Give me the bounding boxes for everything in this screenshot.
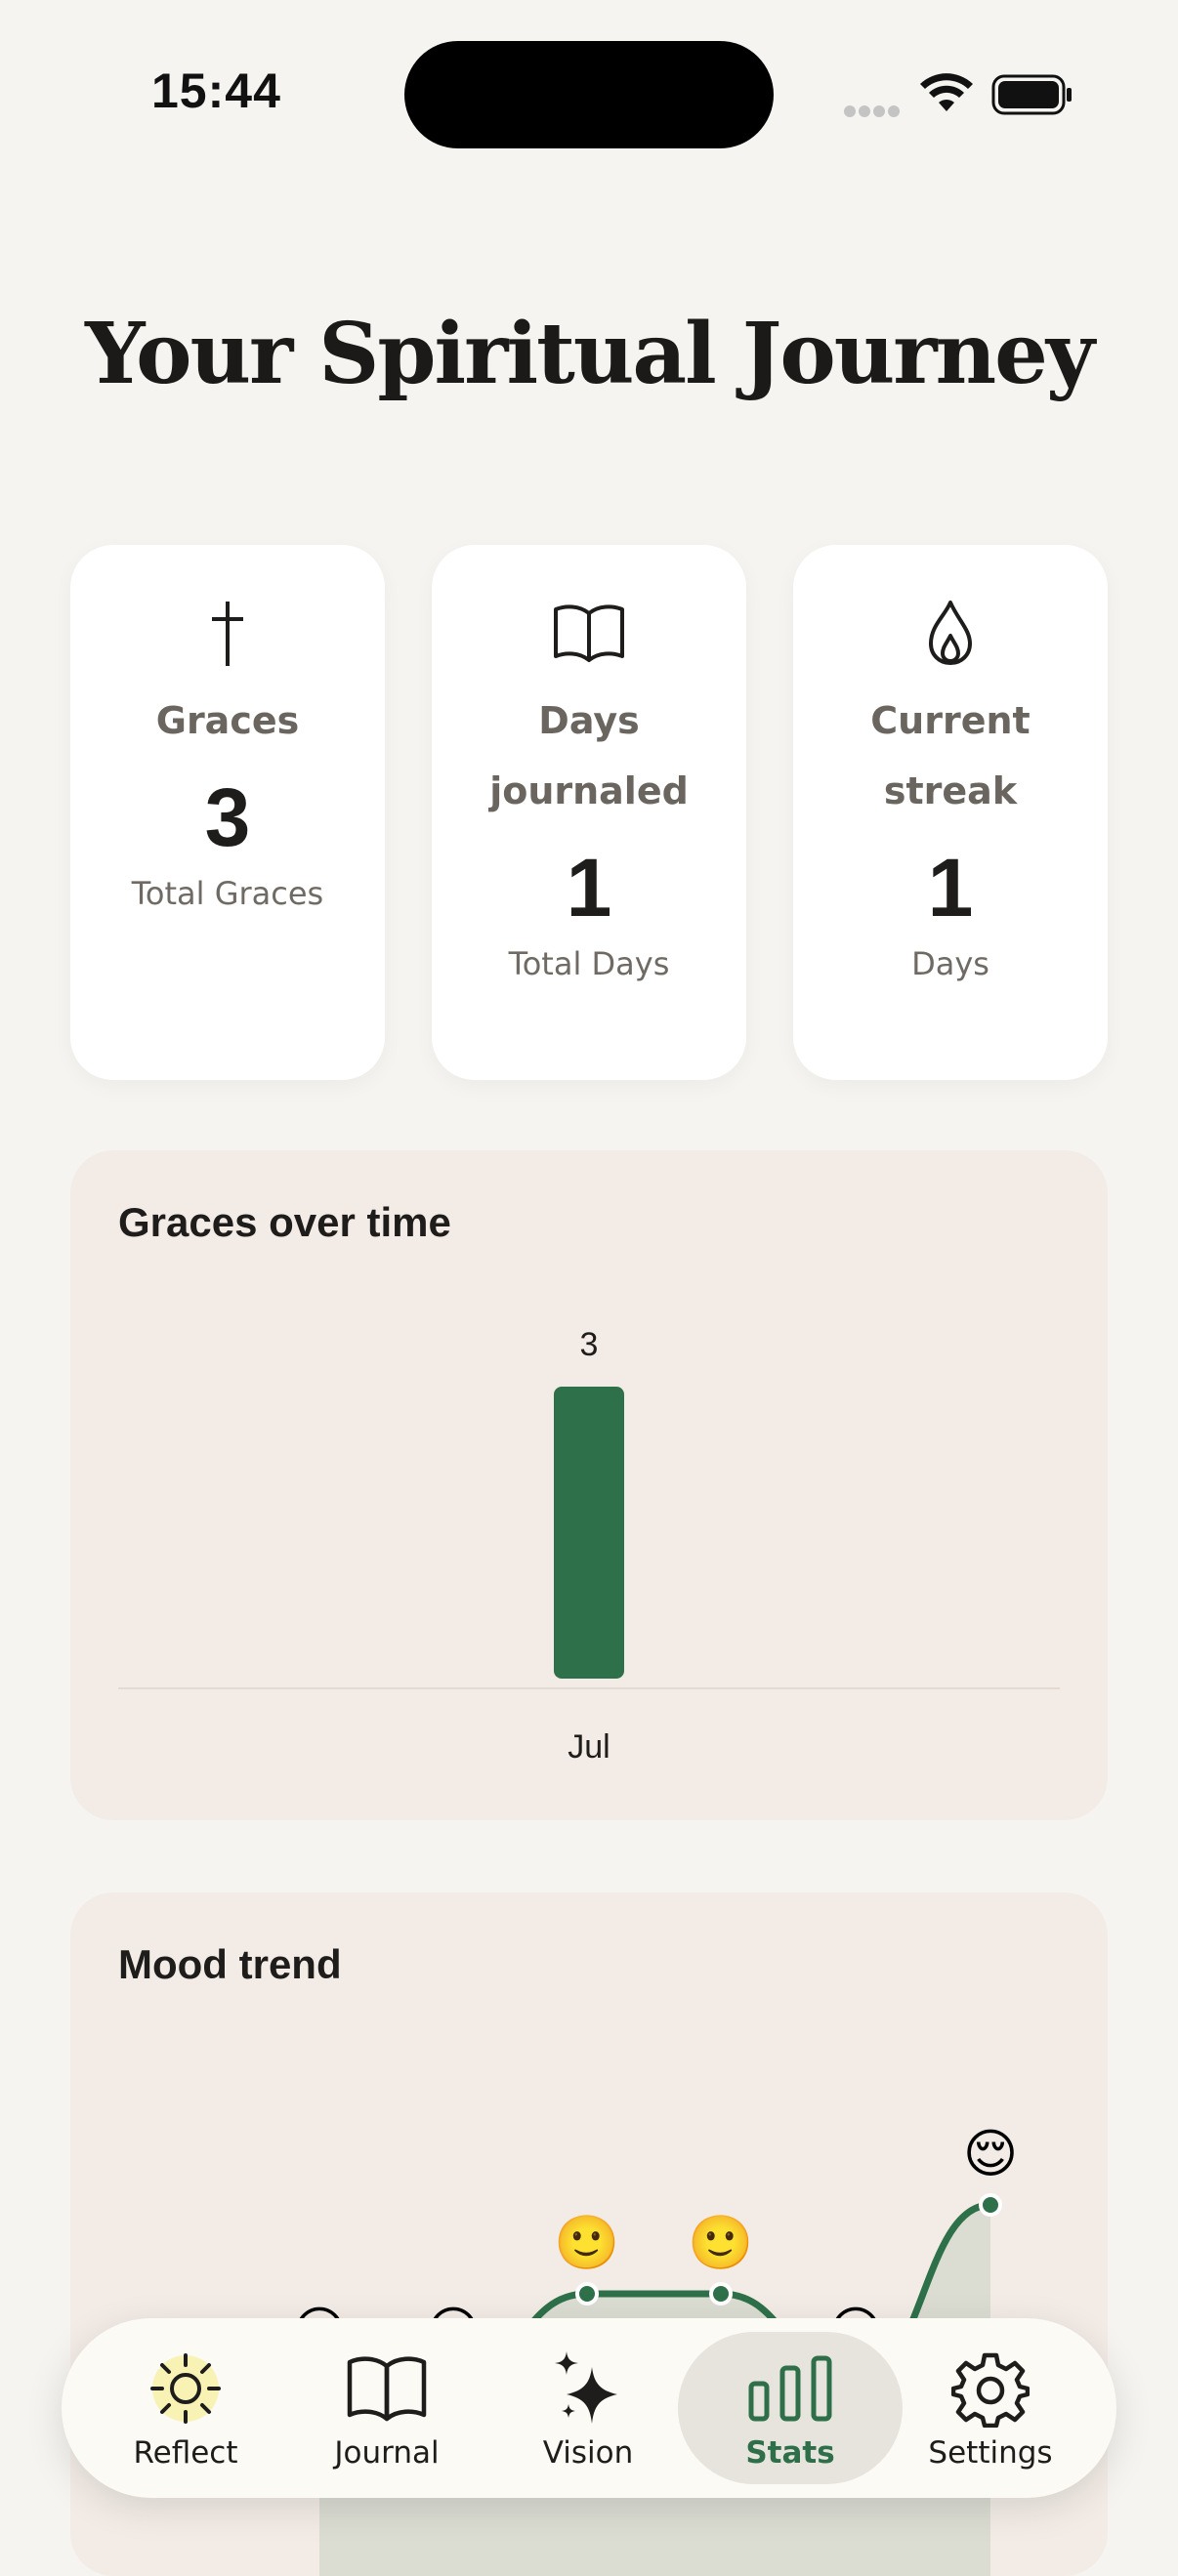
tab-label: Stats	[745, 2435, 835, 2471]
flame-icon	[925, 594, 976, 672]
battery-icon	[991, 74, 1072, 115]
tab-stats[interactable]: Stats	[678, 2332, 903, 2484]
sun-icon	[147, 2344, 225, 2433]
graces-bar-chart: 3 Jul	[118, 1326, 1060, 1766]
stat-sublabel: Total Graces	[131, 875, 324, 912]
open-book-icon	[552, 594, 626, 672]
dynamic-island	[404, 41, 774, 148]
stat-label: Graces	[155, 699, 300, 742]
x-tick-label: Jul	[568, 1728, 610, 1766]
tab-label: Journal	[334, 2435, 440, 2471]
stat-value: 1	[566, 842, 612, 934]
stat-card-days-journaled: Days journaled 1 Total Days	[432, 545, 746, 1080]
book-icon	[346, 2344, 428, 2433]
tab-vision[interactable]: Vision	[490, 2332, 686, 2484]
stat-card-graces: Graces 3 Total Graces	[70, 545, 385, 1080]
tab-label: Settings	[928, 2435, 1053, 2471]
stat-card-current-streak: Current streak 1 Days	[793, 545, 1108, 1080]
graces-chart-panel: Graces over time 3 Jul	[70, 1150, 1108, 1820]
sparkles-icon	[549, 2344, 627, 2433]
bar	[554, 1387, 624, 1679]
bar-value-label: 3	[580, 1326, 599, 1363]
mood-emoji-label: 😌	[963, 2123, 1018, 2184]
cross-icon	[203, 594, 252, 672]
status-time: 15:44	[151, 63, 281, 118]
tab-journal[interactable]: Journal	[289, 2332, 484, 2484]
bar-chart-icon	[746, 2344, 834, 2433]
stat-value: 3	[204, 771, 251, 863]
mood-point	[979, 2193, 1002, 2217]
mood-point	[575, 2282, 599, 2306]
gear-icon	[951, 2344, 1030, 2433]
tab-label: Vision	[542, 2435, 634, 2471]
tab-label: Reflect	[133, 2435, 238, 2471]
mood-emoji-label: 🙂	[554, 2212, 619, 2273]
stat-label: Days journaled	[489, 699, 689, 812]
stat-label: Current streak	[870, 699, 1031, 812]
mood-emoji-label: 🙂	[688, 2212, 753, 2273]
tab-settings[interactable]: Settings	[893, 2332, 1088, 2484]
stat-sublabel: Total Days	[508, 945, 670, 982]
page-title: Your Spiritual Journey	[85, 305, 1095, 403]
wifi-icon	[920, 73, 973, 111]
bottom-tab-bar: Reflect Journal Vision Stats Settings	[62, 2318, 1116, 2498]
cellular-signal-icon	[844, 103, 903, 121]
stat-value: 1	[927, 842, 974, 934]
mood-point	[709, 2282, 733, 2306]
tab-reflect[interactable]: Reflect	[88, 2332, 283, 2484]
stat-sublabel: Days	[911, 945, 989, 982]
